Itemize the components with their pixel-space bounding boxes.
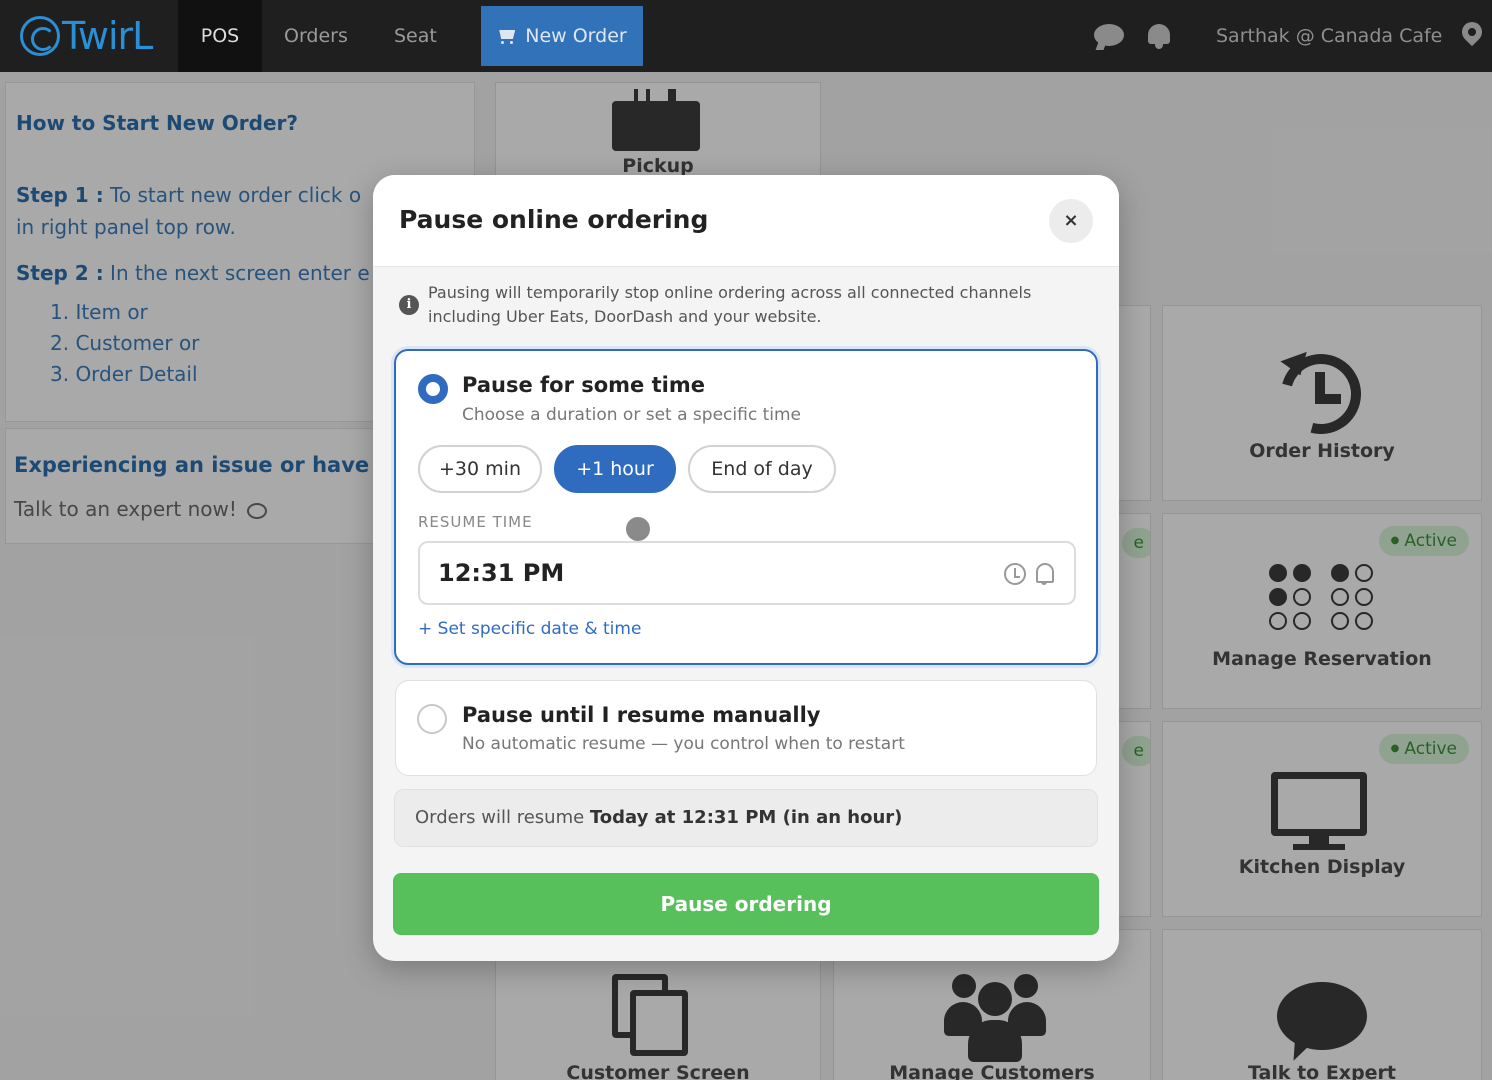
option-title: Pause until I resume manually bbox=[462, 703, 821, 727]
summary-prefix: Orders will resume bbox=[415, 807, 585, 828]
info-icon: i bbox=[399, 295, 419, 315]
alarm-bell-icon[interactable] bbox=[1034, 561, 1056, 587]
duration-30-min[interactable]: +30 min bbox=[418, 445, 542, 493]
resume-time-value: 12:31 PM bbox=[438, 559, 565, 587]
twirl-logo[interactable]: TwirL bbox=[20, 14, 153, 58]
resume-summary: Orders will resume Today at 12:31 PM (in… bbox=[394, 789, 1098, 847]
resume-time-input[interactable]: 12:31 PM bbox=[418, 541, 1076, 605]
location-pin-icon[interactable] bbox=[1457, 17, 1487, 47]
logo-icon bbox=[20, 16, 60, 56]
option-pause-manually[interactable]: Pause until I resume manually No automat… bbox=[395, 680, 1097, 776]
pause-ordering-modal: Pause online ordering × i Pausing will t… bbox=[373, 175, 1119, 961]
radio-pause-manually[interactable] bbox=[417, 704, 447, 734]
nav-pos[interactable]: POS bbox=[178, 0, 262, 72]
new-order-label: New Order bbox=[525, 25, 627, 47]
set-specific-date-time-link[interactable]: + Set specific date & time bbox=[418, 619, 641, 639]
duration-end-of-day[interactable]: End of day bbox=[688, 445, 836, 493]
top-navbar: TwirL POS Orders Seat New Order Sarthak … bbox=[0, 0, 1492, 72]
nav-orders[interactable]: Orders bbox=[262, 0, 370, 72]
resume-time-label: RESUME TIME bbox=[418, 513, 533, 531]
chat-icon[interactable] bbox=[1094, 24, 1124, 46]
logo-text: TwirL bbox=[62, 14, 153, 58]
nav-seat[interactable]: Seat bbox=[372, 0, 459, 72]
new-order-button[interactable]: New Order bbox=[481, 6, 643, 66]
option-title: Pause for some time bbox=[462, 373, 705, 397]
user-location[interactable]: Sarthak @ Canada Cafe bbox=[1216, 0, 1442, 72]
notification-bell-icon[interactable] bbox=[1146, 22, 1172, 50]
info-message: Pausing will temporarily stop online ord… bbox=[428, 283, 1032, 326]
cart-icon bbox=[497, 28, 517, 44]
modal-header: Pause online ordering × bbox=[373, 175, 1119, 267]
clock-icon[interactable] bbox=[1004, 563, 1026, 585]
modal-title: Pause online ordering bbox=[399, 205, 709, 234]
option-subtitle: Choose a duration or set a specific time bbox=[462, 405, 801, 425]
close-button[interactable]: × bbox=[1049, 199, 1093, 243]
summary-value: Today at 12:31 PM (in an hour) bbox=[589, 807, 903, 828]
option-pause-for-time[interactable]: Pause for some time Choose a duration or… bbox=[394, 349, 1098, 665]
radio-pause-for-time[interactable] bbox=[418, 374, 448, 404]
pause-ordering-button[interactable]: Pause ordering bbox=[393, 873, 1099, 935]
option-subtitle: No automatic resume — you control when t… bbox=[462, 734, 905, 754]
cursor-indicator bbox=[626, 517, 650, 541]
duration-1-hour[interactable]: +1 hour bbox=[554, 445, 676, 493]
